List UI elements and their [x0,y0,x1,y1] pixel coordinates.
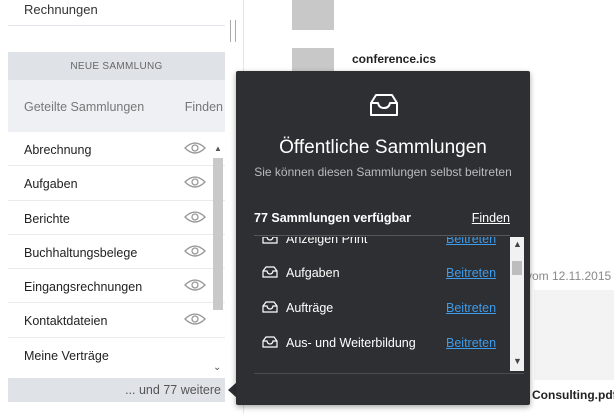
list-item-label: Abrechnung [24,143,92,157]
list-item-label: Meine Verträge [24,348,109,363]
more-collections-label: ... und 77 weitere [125,383,221,397]
list-item-label: Berichte [24,211,70,226]
public-collections-list: Anzeigen Print Beitreten Aufgaben Beitre… [254,237,510,373]
file-row-background [534,290,614,380]
list-item[interactable]: Buchhaltungsbelege [8,235,225,270]
inbox-tray-icon [262,266,278,278]
list-item-label: Aufgaben [24,177,78,192]
eye-icon[interactable] [184,175,206,189]
inbox-tray-icon [370,94,398,116]
file-name[interactable]: Consulting.pdf [532,388,614,402]
divider [254,235,510,236]
list-item[interactable]: Aufträge Beitreten [254,292,510,326]
list-item[interactable]: Aus- und Weiterbildung Beitreten [254,327,510,361]
shared-collections-list: Abrechnung Aufgaben Berichte Buchhaltung… [8,132,225,372]
new-collection-button[interactable]: NEUE SAMMLUNG [8,52,225,80]
collection-label: Aufträge [286,301,334,315]
list-item[interactable]: Eingangsrechnungen [8,269,225,304]
eye-icon[interactable] [184,312,206,326]
list-item[interactable]: Aufgaben [8,166,225,201]
shared-collections-title: Geteilte Sammlungen [24,100,145,114]
sidebar: Rechnungen NEUE SAMMLUNG Geteilte Sammlu… [0,0,243,414]
file-name[interactable]: conference.ics [352,52,436,66]
list-scrollbar[interactable]: ▲ ⌄ [212,144,224,376]
inbox-tray-icon [262,301,278,313]
popover-subtitle: Sie können diesen Sammlungen selbst beit… [254,165,512,179]
sidebar-scroll-handle[interactable] [230,20,236,42]
collection-label: Aus- und Weiterbildung [286,336,416,350]
list-item[interactable]: Anzeigen Print Beitreten [254,237,510,257]
sidebar-item-rechnungen[interactable]: Rechnungen [8,0,225,26]
shared-collections-header: Geteilte Sammlungen Finden [8,80,225,132]
shared-find-link[interactable]: Finden [185,100,223,114]
more-collections-button[interactable]: ... und 77 weitere [8,378,225,402]
list-item[interactable]: Aufgaben Beitreten [254,257,510,291]
list-item[interactable]: Abrechnung [8,132,225,167]
popover-scrollbar[interactable]: ▲ ▼ [510,237,524,371]
popover-find-link[interactable]: Finden [472,211,510,225]
collection-label: Aufgaben [286,266,340,280]
inbox-tray-icon [262,237,278,244]
join-link[interactable]: Beitreten [446,301,496,315]
public-collections-popover: Öffentliche Sammlungen Sie können diesen… [236,71,530,405]
file-thumbnail[interactable] [292,0,334,30]
list-item-label: Eingangsrechnungen [24,280,143,295]
eye-icon[interactable] [184,141,206,155]
file-meta: vom 12.11.2015 [526,269,612,283]
join-link[interactable]: Beitreten [446,237,496,246]
list-item[interactable]: Meine Verträge [8,338,225,372]
eye-icon[interactable] [184,278,206,292]
join-link[interactable]: Beitreten [446,266,496,280]
scroll-down-icon[interactable]: ▼ [513,356,522,366]
sidebar-item-label: Rechnungen [24,2,98,17]
scroll-up-icon[interactable]: ▲ [513,239,522,249]
eye-icon[interactable] [184,244,206,258]
chevron-down-icon[interactable]: ⌄ [213,362,221,373]
list-item[interactable]: Kontaktdateien [8,303,225,338]
popover-scroll-thumb[interactable] [512,261,522,275]
inbox-tray-icon [262,336,278,348]
eye-icon[interactable] [184,210,206,224]
join-link[interactable]: Beitreten [446,336,496,350]
list-item-label: Kontaktdateien [24,314,108,329]
list-scroll-thumb[interactable] [213,158,223,310]
scroll-up-icon[interactable]: ▲ [214,144,222,153]
collection-label: Anzeigen Print [286,237,368,246]
list-item-label: Buchhaltungsbelege [24,245,138,260]
collections-count: 77 Sammlungen verfügbar [254,211,411,225]
popover-title: Öffentliche Sammlungen [279,137,487,158]
divider [254,373,524,374]
list-item[interactable]: Berichte [8,201,225,235]
